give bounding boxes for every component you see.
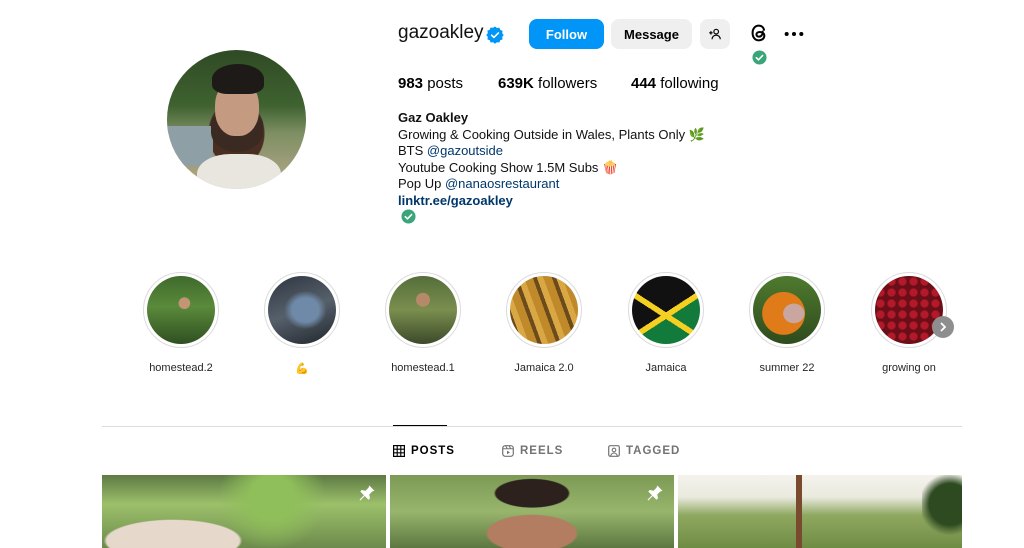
followers-count: 639K [498, 75, 534, 92]
avatar-shirt [197, 154, 281, 189]
bio-line-2: BTS @gazoutside [398, 143, 705, 160]
follow-button[interactable]: Follow [529, 19, 604, 49]
highlight-jamaica-2[interactable]: Jamaica 2.0 [506, 272, 582, 374]
message-button[interactable]: Message [611, 19, 692, 49]
grid-icon [393, 445, 405, 457]
highlight-homestead-1[interactable]: homestead.1 [385, 272, 461, 374]
followers-label: followers [538, 75, 598, 92]
post-tile[interactable] [390, 475, 674, 548]
posts-stat: 983 posts [398, 75, 463, 92]
tab-tagged[interactable]: TAGGED [608, 445, 680, 457]
highlight-thumbnail [875, 276, 943, 344]
tabs-divider [102, 426, 962, 427]
mention-gazoutside[interactable]: @gazoutside [427, 143, 503, 158]
post-tile-foliage [922, 475, 962, 548]
bio-line-3: Youtube Cooking Show 1.5M Subs 🍿 [398, 159, 619, 175]
following-label: following [660, 75, 719, 92]
highlight-growing-on[interactable]: growing on [871, 272, 947, 374]
highlight-thumbnail [632, 276, 700, 344]
highlight-label: growing on [882, 362, 936, 374]
highlight-homestead-2[interactable]: homestead.2 [143, 272, 219, 374]
bio-line-4: Pop Up @nanaosrestaurant [398, 176, 705, 193]
username: gazoakley [398, 22, 484, 43]
display-name: Gaz Oakley [398, 110, 469, 125]
highlight-label: homestead.1 [391, 362, 455, 374]
highlight-label: summer 22 [759, 362, 815, 374]
threads-icon[interactable] [748, 22, 770, 44]
bio-line-2-prefix: BTS [398, 143, 427, 159]
profile-avatar[interactable] [167, 50, 306, 189]
following-stat[interactable]: 444 following [631, 75, 719, 92]
tab-tagged-label: TAGGED [626, 445, 681, 457]
highlight-thumbnail [753, 276, 821, 344]
highlight-thumbnail [268, 276, 336, 344]
highlight-label: Jamaica 2.0 [514, 362, 574, 374]
bio-line-1: Growing & Cooking Outside in Wales, Plan… [398, 126, 705, 142]
tab-reels[interactable]: REELS [502, 445, 563, 457]
posts-label: posts [427, 75, 464, 92]
bio-line-4-prefix: Pop Up [398, 176, 445, 192]
following-count: 444 [631, 75, 657, 92]
active-tab-indicator [393, 425, 447, 426]
highlight-summer-22[interactable]: summer 22 [749, 272, 825, 374]
tab-posts-label: POSTS [411, 445, 455, 457]
tagged-icon [608, 445, 620, 457]
highlight-label: homestead.2 [149, 362, 213, 374]
suggested-users-button[interactable] [700, 19, 730, 49]
threads-badge-icon [401, 209, 416, 224]
highlight-label: 💪 [295, 363, 309, 375]
chevron-right-icon [940, 322, 947, 332]
bio-link[interactable]: linktr.ee/gazoakley [398, 193, 705, 210]
highlight-thumbnail [147, 276, 215, 344]
tab-reels-label: REELS [520, 445, 564, 457]
highlight-jamaica[interactable]: Jamaica [628, 272, 704, 374]
post-tile[interactable] [102, 475, 386, 548]
threads-verified-icon [752, 50, 767, 65]
profile-bio: Gaz Oakley Growing & Cooking Outside in … [398, 110, 705, 210]
posts-count: 983 [398, 75, 424, 92]
post-tile[interactable] [678, 475, 962, 548]
followers-stat[interactable]: 639K followers [498, 75, 597, 92]
highlight-muscle[interactable]: 💪 [264, 272, 340, 375]
tab-posts[interactable]: POSTS [393, 445, 455, 457]
avatar-hair [212, 64, 264, 94]
pinned-icon [647, 485, 663, 501]
more-options-icon[interactable] [783, 25, 805, 43]
pinned-icon [359, 485, 375, 501]
highlight-label: Jamaica [645, 362, 687, 374]
highlight-thumbnail [510, 276, 578, 344]
highlights-next-button[interactable] [932, 316, 954, 338]
highlight-thumbnail [389, 276, 457, 344]
reels-icon [502, 445, 514, 457]
verified-badge-icon [486, 26, 504, 44]
add-person-icon [709, 28, 721, 40]
mention-nanaosrestaurant[interactable]: @nanaosrestaurant [445, 176, 559, 191]
